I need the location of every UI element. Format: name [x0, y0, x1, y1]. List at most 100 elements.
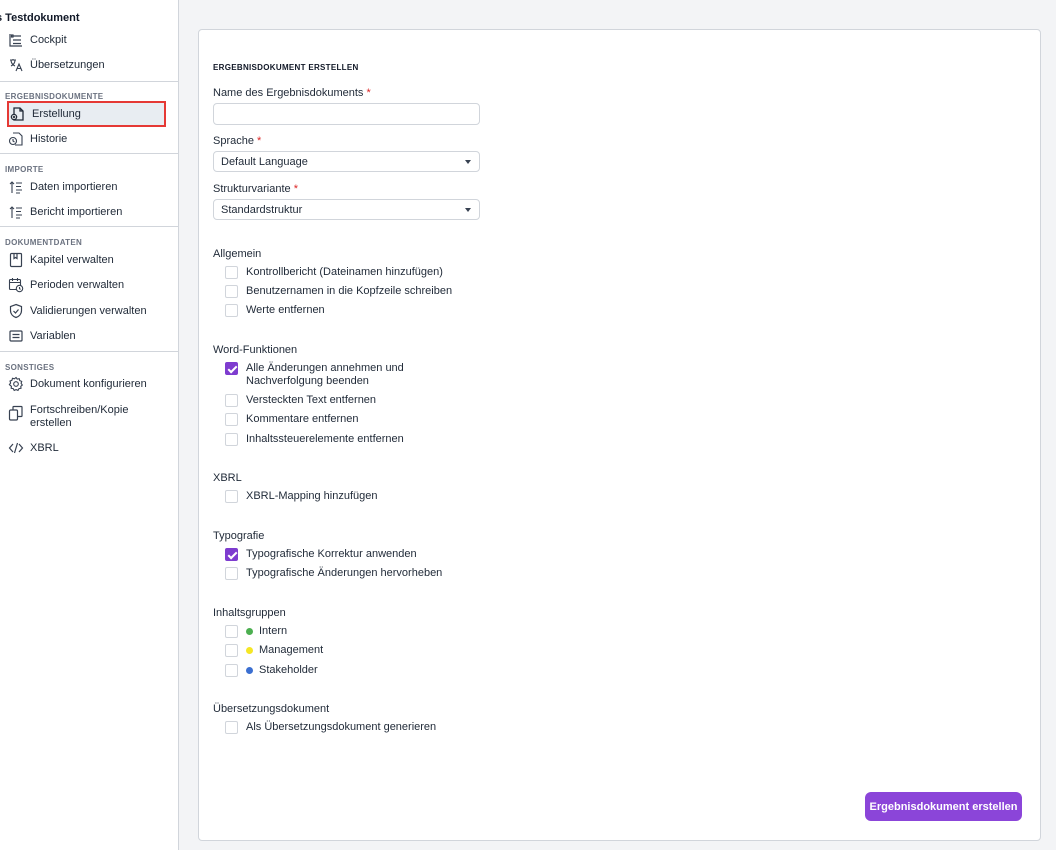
cockpit-icon [8, 32, 24, 48]
option-xbrl-mapping[interactable]: XBRL-Mapping hinzufügen [225, 490, 377, 503]
option-label: Kontrollbericht (Dateinamen hinzufügen) [246, 266, 443, 278]
option-werte-entfernen[interactable]: Werte entfernen [225, 304, 325, 317]
option-label: Benutzernamen in die Kopfzeile schreiben [246, 285, 453, 297]
group-title-allgemein: Allgemein [213, 248, 262, 260]
option-label: Werte entfernen [246, 304, 325, 316]
option-label: Inhaltssteuerelemente entfernen [246, 433, 404, 445]
sidebar-item-validierungen-verwalten[interactable]: Validierungen verwalten [7, 299, 165, 323]
name-field-label: Name des Ergebnisdokuments * [213, 87, 371, 99]
option-label: Typografische Änderungen hervorheben [246, 567, 443, 579]
sidebar-item-label: Perioden verwalten [30, 279, 125, 291]
option-label: Management [259, 644, 324, 656]
divider [0, 153, 178, 154]
structure-field-label: Strukturvariante * [213, 183, 298, 195]
structure-select-value: Standardstruktur [221, 203, 303, 216]
sidebar-item-label: Variablen [30, 330, 76, 342]
option-intern[interactable]: Intern [225, 625, 287, 638]
structure-select[interactable]: Standardstruktur [213, 199, 480, 220]
required-marker: * [366, 87, 371, 99]
chevron-down-icon [465, 208, 471, 212]
section-title-ergebnisdokumente: ERGEBNISDOKUMENTE [5, 92, 104, 101]
group-title-typografie: Typografie [213, 530, 265, 542]
sidebar-item-variablen[interactable]: Variablen [7, 324, 165, 348]
checkbox[interactable] [225, 433, 238, 446]
option-benutzernamen[interactable]: Benutzernamen in die Kopfzeile schreiben [225, 285, 452, 298]
sidebar-item-daten-importieren[interactable]: Daten importieren [7, 175, 165, 199]
checkbox[interactable] [225, 567, 238, 580]
sidebar-item-uebersetzungen[interactable]: Übersetzungen [7, 53, 165, 77]
checkbox[interactable] [225, 304, 238, 317]
sidebar-item-fortschreiben-kopie[interactable]: Fortschreiben/Kopie erstellen [7, 404, 165, 434]
checkbox[interactable] [225, 266, 238, 279]
option-kommentare[interactable]: Kommentare entfernen [225, 413, 359, 426]
name-label-text: Name des Ergebnisdokuments [213, 87, 364, 99]
checkbox[interactable] [225, 664, 238, 677]
sidebar-item-historie[interactable]: Historie [7, 127, 165, 151]
checkbox[interactable] [225, 644, 238, 657]
language-label-text: Sprache [213, 135, 254, 147]
shield-check-icon [8, 303, 24, 319]
checkbox-checked[interactable] [225, 548, 238, 561]
sidebar: s Testdokument Cockpit Übersetzungen ERG… [0, 0, 179, 850]
sidebar-item-label: Übersetzungen [30, 59, 105, 71]
checkbox[interactable] [225, 285, 238, 298]
option-typografische-aenderungen[interactable]: Typografische Änderungen hervorheben [225, 567, 442, 580]
create-result-document-card: ERGEBNISDOKUMENT ERSTELLEN Name des Erge… [198, 29, 1041, 841]
checkbox-checked[interactable] [225, 362, 238, 375]
option-typografische-korrektur[interactable]: Typografische Korrektur anwenden [225, 548, 417, 561]
sidebar-item-label: Bericht importieren [30, 206, 123, 218]
copy-icon [8, 405, 24, 421]
code-icon [8, 440, 24, 456]
checkbox[interactable] [225, 625, 238, 638]
translate-icon [8, 57, 24, 73]
option-kontrollbericht[interactable]: Kontrollbericht (Dateinamen hinzufügen) [225, 266, 443, 279]
history-icon [8, 131, 24, 147]
section-title-dokumentdaten: DOKUMENTDATEN [5, 238, 83, 247]
language-select[interactable]: Default Language [213, 151, 480, 172]
structure-label-text: Strukturvariante [213, 183, 291, 195]
option-inhaltssteuerelemente[interactable]: Inhaltssteuerelemente entfernen [225, 433, 404, 446]
option-uebersetzungsdokument[interactable]: Als Übersetzungsdokument generieren [225, 721, 436, 734]
checkbox[interactable] [225, 490, 238, 503]
variables-icon [8, 328, 24, 344]
sidebar-item-perioden-verwalten[interactable]: Perioden verwalten [7, 273, 165, 297]
required-marker: * [293, 183, 298, 195]
group-color-dot [246, 647, 253, 654]
document-name-input[interactable] [213, 103, 480, 125]
option-aenderungen-annehmen[interactable]: Alle Änderungen annehmen und Nachverfolg… [225, 362, 416, 388]
required-marker: * [257, 135, 262, 147]
checkbox[interactable] [225, 394, 238, 407]
sidebar-item-bericht-importieren[interactable]: Bericht importieren [7, 200, 165, 224]
form-title: ERGEBNISDOKUMENT ERSTELLEN [213, 63, 359, 72]
divider [0, 351, 178, 352]
import-icon [8, 179, 24, 195]
create-result-document-button[interactable]: Ergebnisdokument erstellen [865, 792, 1022, 821]
sidebar-item-label: XBRL [30, 442, 59, 454]
option-versteckten-text[interactable]: Versteckten Text entfernen [225, 394, 376, 407]
calendar-clock-icon [8, 277, 24, 293]
group-title-word-funktionen: Word-Funktionen [213, 344, 298, 356]
document-title: s Testdokument [0, 12, 80, 24]
option-label: Alle Änderungen annehmen und Nachverfolg… [246, 362, 404, 387]
sidebar-item-label: Cockpit [30, 34, 67, 46]
sidebar-item-erstellung[interactable]: Erstellung [7, 101, 166, 127]
divider [0, 226, 178, 227]
group-title-xbrl: XBRL [213, 472, 242, 484]
sidebar-item-xbrl[interactable]: XBRL [7, 436, 165, 460]
sidebar-item-label: Kapitel verwalten [30, 254, 114, 266]
sidebar-item-label: Historie [30, 133, 68, 145]
checkbox[interactable] [225, 413, 238, 426]
book-icon [8, 252, 24, 268]
checkbox[interactable] [225, 721, 238, 734]
group-title-uebersetzungsdokument: Übersetzungsdokument [213, 703, 330, 715]
section-title-importe: IMPORTE [5, 165, 44, 174]
sidebar-item-kapitel-verwalten[interactable]: Kapitel verwalten [7, 248, 165, 272]
option-label: Versteckten Text entfernen [246, 394, 377, 406]
option-stakeholder[interactable]: Stakeholder [225, 664, 318, 677]
group-title-inhaltsgruppen: Inhaltsgruppen [213, 607, 286, 619]
sidebar-item-dokument-konfigurieren[interactable]: Dokument konfigurieren [7, 372, 165, 396]
sidebar-item-label: Validierungen verwalten [30, 305, 147, 317]
document-create-icon [10, 106, 26, 122]
sidebar-item-cockpit[interactable]: Cockpit [7, 28, 165, 52]
option-management[interactable]: Management [225, 644, 323, 657]
